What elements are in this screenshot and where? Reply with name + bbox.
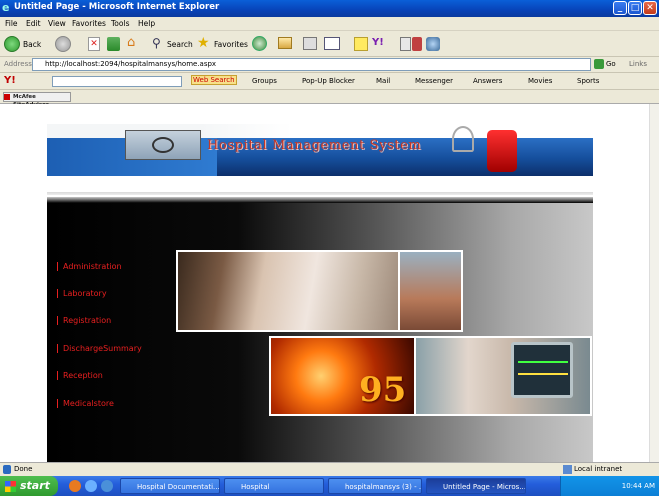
history-icon[interactable]: [252, 36, 267, 51]
nav-administration[interactable]: Administration: [57, 262, 122, 271]
menu-edit[interactable]: Edit: [26, 19, 41, 28]
groups-button[interactable]: Groups: [252, 77, 277, 85]
desktop-icon[interactable]: [101, 480, 113, 492]
close-button[interactable]: ✕: [643, 1, 657, 15]
system-tray: 10:44 AM: [560, 476, 659, 496]
stop-icon[interactable]: ✕: [88, 37, 100, 51]
favorites-star-icon[interactable]: ★: [197, 35, 210, 51]
home-icon[interactable]: ⌂: [127, 36, 141, 51]
nav-registration[interactable]: Registration: [57, 316, 111, 325]
menu-help[interactable]: Help: [138, 19, 155, 28]
address-bar: Address http://localhost:2094/hospitalma…: [0, 57, 659, 73]
mail-button[interactable]: Mail: [376, 77, 390, 85]
mcafee-shield-icon: [4, 94, 10, 100]
back-button-label[interactable]: Back: [23, 40, 41, 49]
taskbar: start Hospital Documentati... Hospital h…: [0, 476, 659, 496]
web-search-button[interactable]: Web Search: [191, 75, 237, 85]
back-arrow-icon[interactable]: [4, 36, 20, 52]
doctor-patient-photo: [400, 252, 461, 330]
firefox-icon[interactable]: [69, 480, 81, 492]
menu-favorites[interactable]: Favorites: [72, 19, 106, 28]
go-button[interactable]: Go: [606, 60, 616, 68]
header-banner: Hospital Management System: [47, 124, 593, 176]
mascot-figure: [487, 130, 517, 172]
browser-toolbar: Back ✕ ⌂ ⚲ Search ★ Favorites Y!: [0, 31, 659, 57]
intranet-icon: [563, 465, 572, 474]
window-title: Untitled Page - Microsoft Internet Explo…: [14, 2, 220, 12]
status-text: Done: [14, 465, 33, 473]
zone-label: Local intranet: [574, 465, 623, 473]
window-titlebar: e Untitled Page - Microsoft Internet Exp…: [0, 0, 659, 17]
forward-arrow-icon[interactable]: [55, 36, 71, 52]
task-untitled-page[interactable]: Untitled Page - Micros...: [426, 478, 526, 494]
discuss-icon[interactable]: [354, 37, 368, 51]
movies-button[interactable]: Movies: [528, 77, 552, 85]
nav-laboratory[interactable]: Laboratory: [57, 289, 107, 298]
tools-icon[interactable]: [426, 37, 440, 51]
ie-quicklaunch-icon[interactable]: [85, 480, 97, 492]
nav-medicalstore[interactable]: Medicalstore: [57, 399, 114, 408]
yahoo-toolbar: Y! Web Search Groups Pop-Up Blocker Mail…: [0, 73, 659, 90]
go-arrow-icon[interactable]: [594, 59, 604, 69]
page-content: Hospital Management System Administratio…: [0, 104, 659, 464]
search-button-label[interactable]: Search: [167, 40, 193, 49]
yahoo-icon[interactable]: Y!: [372, 37, 384, 48]
stethoscope-photo: [125, 130, 201, 160]
popup-blocker-button[interactable]: Pop-Up Blocker: [302, 77, 355, 85]
header-divider: [47, 192, 593, 195]
vital-signs-monitor: [511, 342, 573, 398]
banner-title: Hospital Management System: [207, 138, 422, 153]
menu-view[interactable]: View: [48, 19, 66, 28]
search-icon[interactable]: ⚲: [152, 36, 166, 50]
nav-discharge-summary[interactable]: DischargeSummary: [57, 344, 142, 353]
task-hospital-folder[interactable]: Hospital: [224, 478, 324, 494]
minimize-button[interactable]: _: [613, 1, 627, 15]
windows-logo-icon: [5, 481, 16, 492]
edit-icon[interactable]: [324, 37, 340, 50]
print-icon[interactable]: [303, 37, 317, 50]
gauge-number: 95: [359, 370, 407, 410]
menu-tools[interactable]: Tools: [111, 19, 129, 28]
monitor-image: 95: [269, 336, 592, 416]
mail-icon[interactable]: [278, 37, 292, 49]
yahoo-logo-icon[interactable]: Y!: [4, 75, 16, 86]
panel-top-fade: [47, 197, 593, 203]
yahoo-search-input[interactable]: [52, 76, 182, 87]
mcafee-toolbar: McAfee SiteAdvisor: [0, 90, 659, 108]
mcafee-siteadvisor-button[interactable]: McAfee SiteAdvisor: [3, 92, 71, 108]
vertical-scrollbar[interactable]: [649, 104, 659, 462]
main-panel: Administration Laboratory Registration D…: [47, 197, 593, 464]
answers-button[interactable]: Answers: [473, 77, 502, 85]
patient-care-image: [176, 250, 463, 332]
favorites-button-label[interactable]: Favorites: [214, 40, 248, 49]
task-hospitalmansys[interactable]: hospitalmansys (3) - ...: [328, 478, 422, 494]
menu-file[interactable]: File: [5, 19, 18, 28]
stethoscope-icon: [152, 137, 174, 153]
nurse-patient-photo: [178, 252, 398, 330]
ecg-line: [518, 361, 568, 363]
menu-bar: File Edit View Favorites Tools Help: [0, 17, 659, 31]
ribbon-logo: [452, 126, 474, 152]
sports-button[interactable]: Sports: [577, 77, 599, 85]
status-bar: Done Local intranet: [0, 462, 659, 476]
links-label[interactable]: Links: [629, 60, 647, 68]
nav-reception[interactable]: Reception: [57, 371, 103, 380]
task-hospital-documentation[interactable]: Hospital Documentati...: [120, 478, 220, 494]
research-icon[interactable]: [400, 37, 411, 51]
address-label: Address: [4, 60, 32, 68]
clock[interactable]: 10:44 AM: [622, 482, 655, 490]
page-icon: [3, 465, 11, 474]
refresh-icon[interactable]: [107, 37, 120, 51]
pulse-line: [518, 373, 568, 375]
maximize-button[interactable]: □: [628, 1, 642, 15]
messenger-icon[interactable]: [412, 37, 422, 51]
ie-icon: e: [2, 1, 10, 14]
messenger-button[interactable]: Messenger: [415, 77, 453, 85]
address-input[interactable]: http://localhost:2094/hospitalmansys/hom…: [32, 58, 591, 71]
